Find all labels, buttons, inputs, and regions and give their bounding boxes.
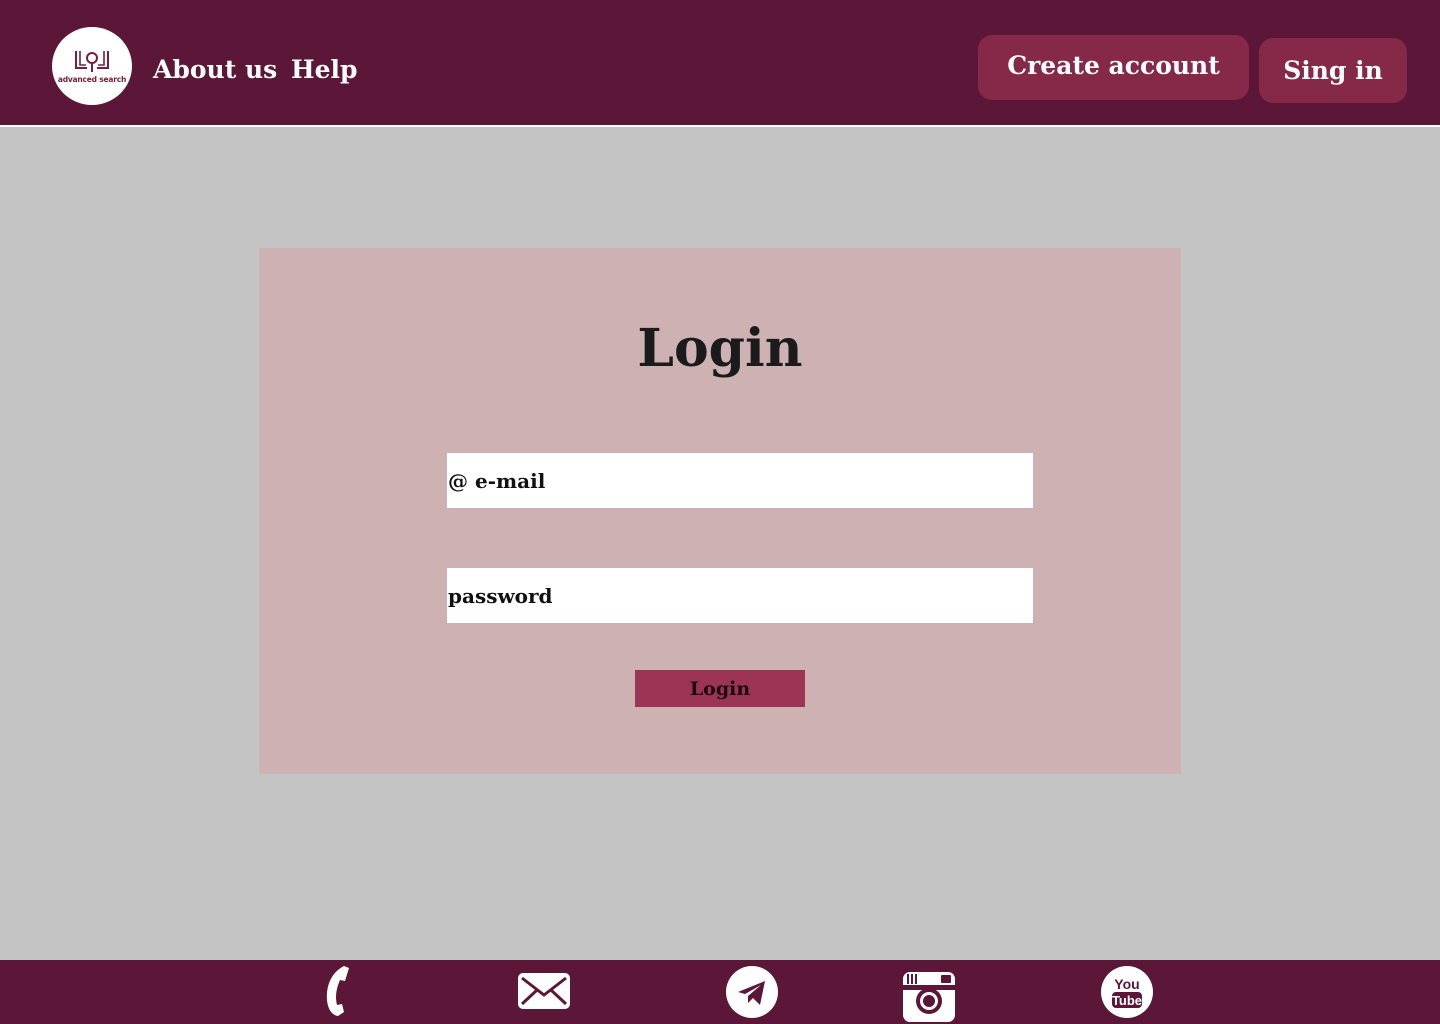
youtube-icon[interactable]: You Tube [1101,966,1153,1018]
book-search-icon [75,51,109,72]
email-field[interactable]: @ e-mail [447,453,1033,508]
login-title: Login [637,318,803,379]
login-button[interactable]: Login [635,670,805,707]
youtube-you-text: You [1114,976,1139,992]
site-logo[interactable]: advanced search [52,27,132,105]
nav-about-us[interactable]: About us [153,55,277,84]
create-account-button[interactable]: Create account [978,35,1249,100]
nav-help[interactable]: Help [291,55,358,84]
sign-in-button[interactable]: Sing in [1259,38,1407,103]
footer: You Tube [0,960,1440,1024]
logo-text: advanced search [57,75,127,84]
phone-icon[interactable] [322,965,350,1017]
instagram-icon[interactable] [903,972,955,1022]
password-field[interactable]: password [447,568,1033,623]
youtube-tube-text: Tube [1112,993,1142,1008]
telegram-icon[interactable] [726,966,778,1018]
top-header: advanced search About us Help Create acc… [0,0,1440,127]
mail-icon[interactable] [518,973,570,1009]
